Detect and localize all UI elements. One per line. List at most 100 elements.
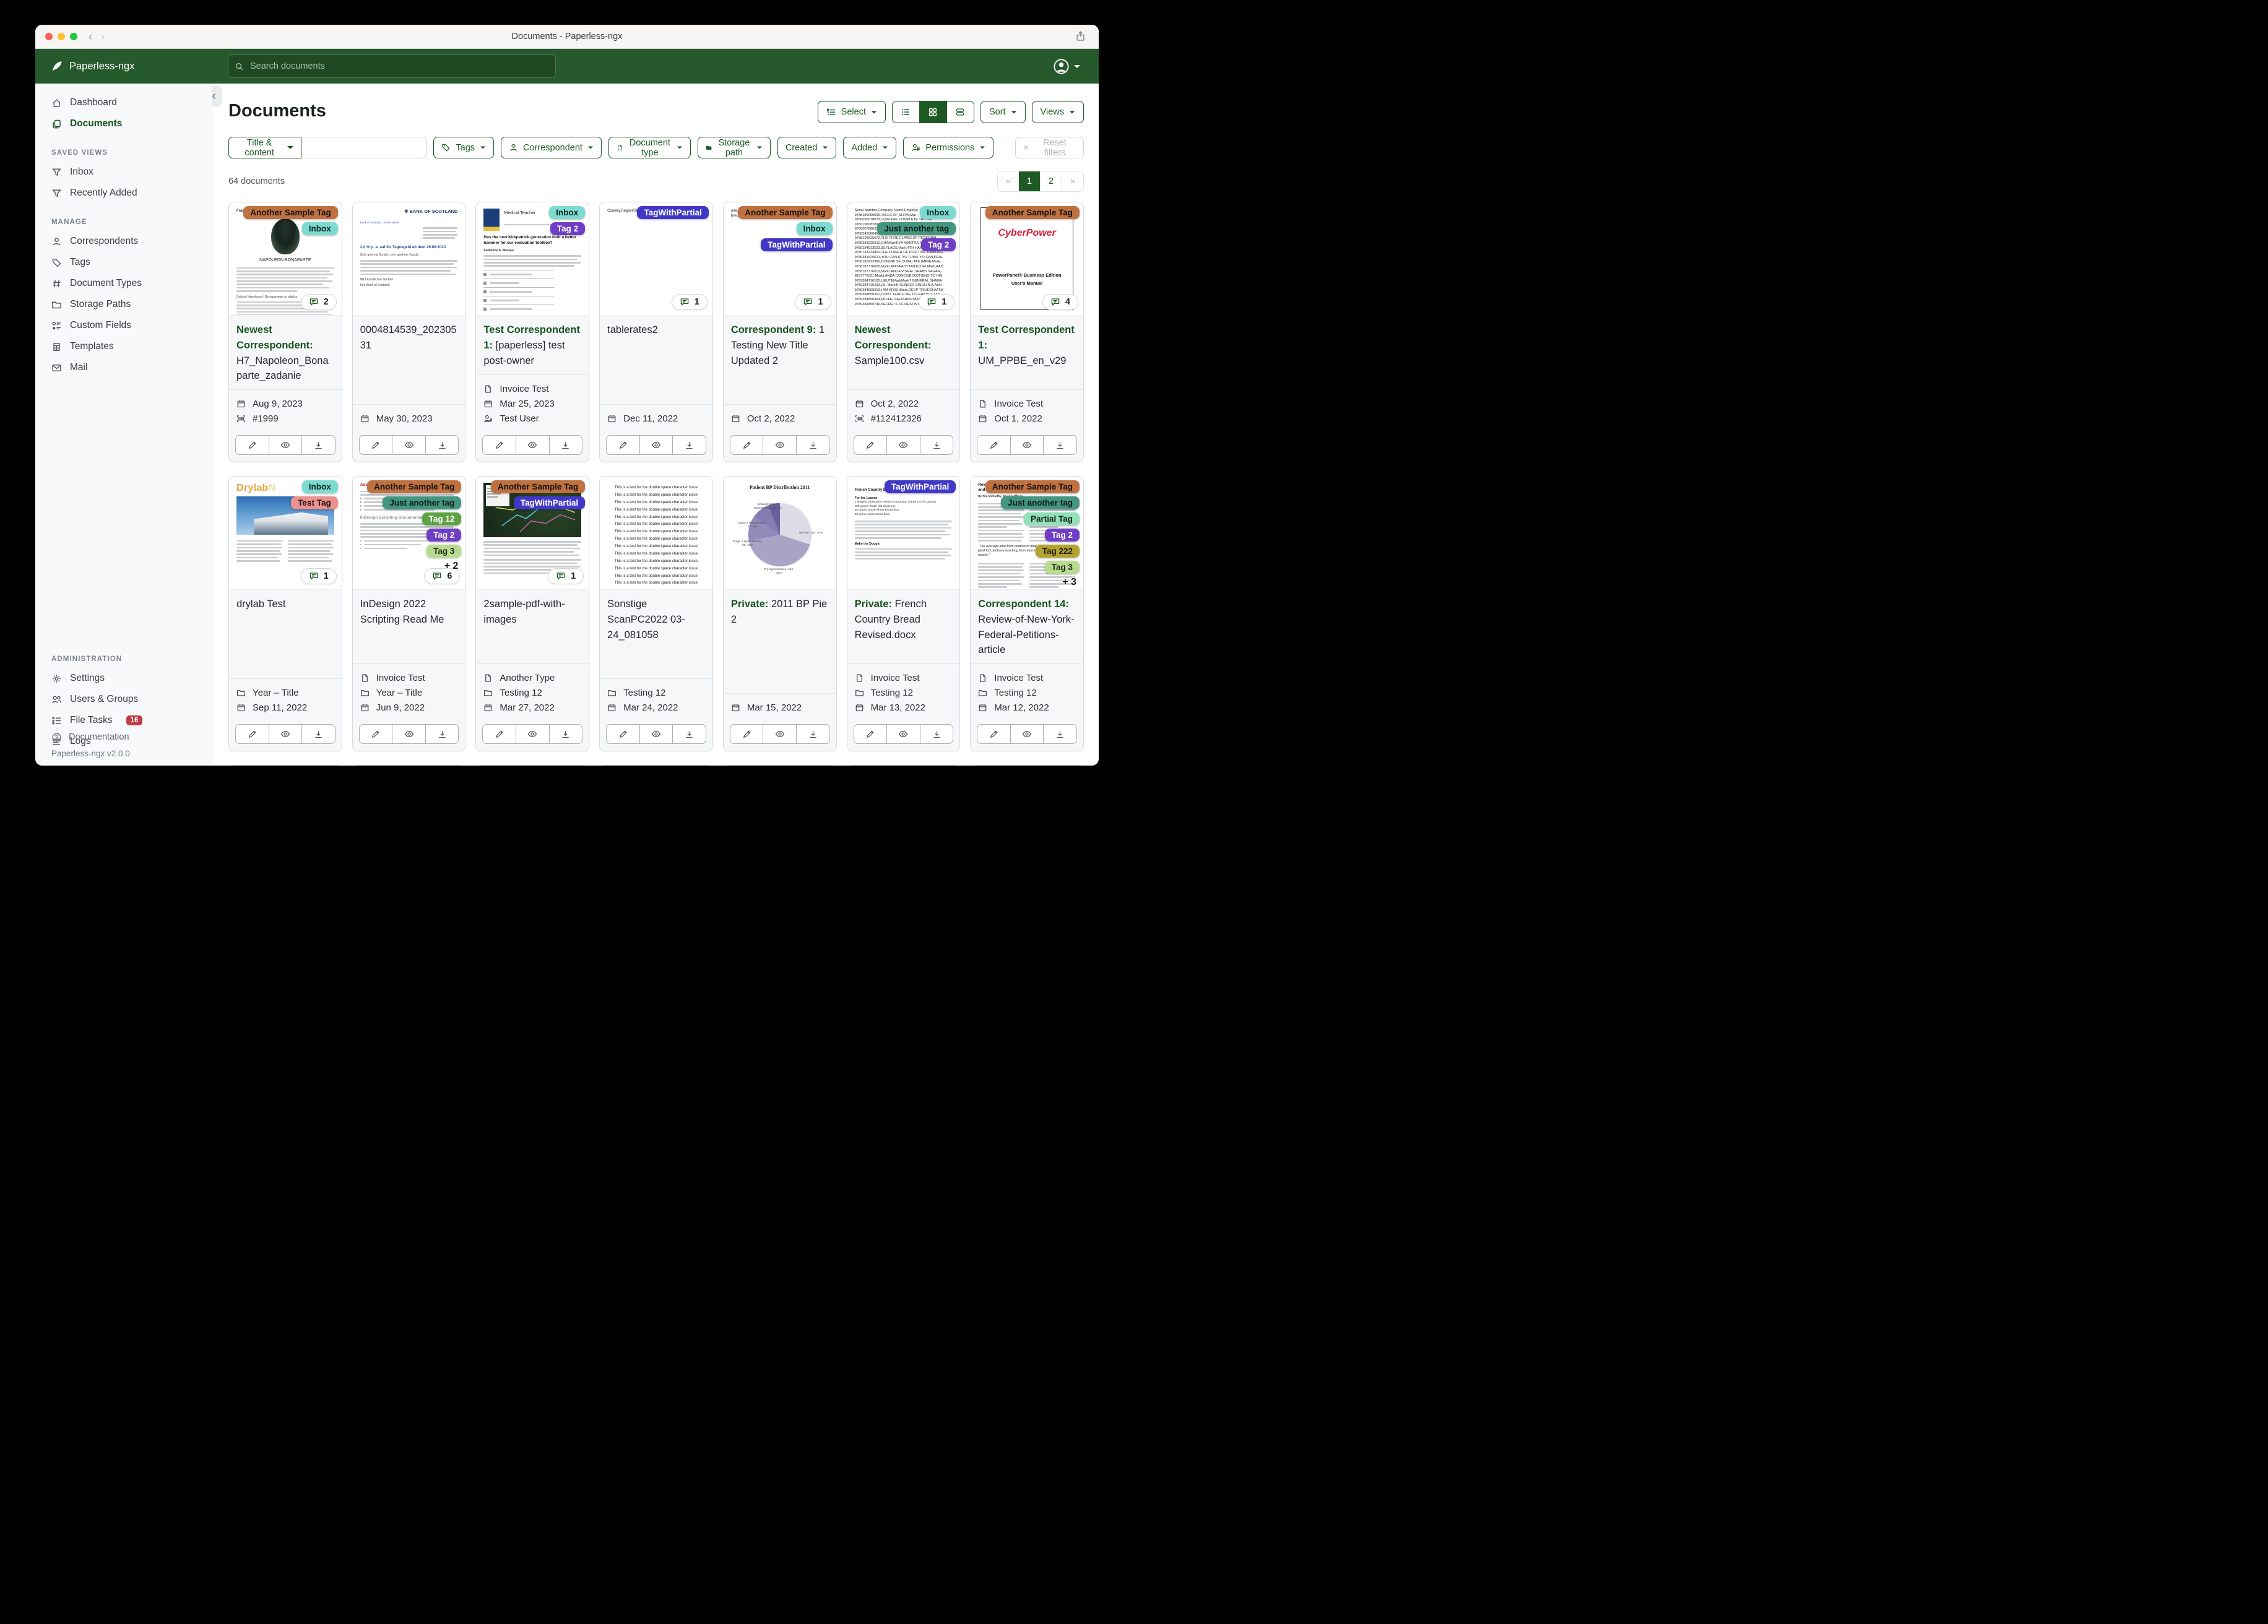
sidebar-item-settings[interactable]: Settings [35, 668, 212, 689]
download-button[interactable] [919, 436, 953, 454]
document-card[interactable]: This is a test Another Sample TagTag 12 [846, 765, 961, 766]
filter-button-added[interactable]: Added [843, 137, 897, 158]
document-title[interactable]: Correspondent 9: 1 Testing New Title Upd… [723, 316, 836, 404]
sidebar-item-custom-fields[interactable]: Custom Fields [35, 315, 212, 336]
document-card[interactable]: DrylabN 1 Inbox Test Tag drylab Test Year … [228, 476, 342, 751]
download-button[interactable] [548, 436, 582, 454]
view-button[interactable] [392, 436, 425, 454]
document-card[interactable]: French Country Bread For the Leaven 1 heap… [846, 476, 961, 751]
document-correspondent[interactable]: Test Correspondent 1: [483, 324, 580, 351]
document-title[interactable]: Correspondent 14: Review-of-New-York-Fed… [971, 590, 1083, 663]
share-icon[interactable] [1075, 30, 1086, 45]
document-thumbnail[interactable]: French Country Bread For the Leaven 1 heap… [847, 477, 960, 590]
download-button[interactable] [796, 725, 829, 743]
sidebar-item-correspondents[interactable]: Correspondents [35, 231, 212, 252]
sidebar-item-inbox[interactable]: Inbox [35, 162, 212, 183]
download-button[interactable] [425, 725, 459, 743]
tag-pill[interactable]: Inbox [301, 222, 338, 235]
pagination-prev-button[interactable]: « [998, 171, 1019, 191]
tag-pill[interactable]: TagWithPartial [637, 206, 709, 219]
document-correspondent[interactable]: Private: [731, 598, 769, 610]
view-button[interactable] [639, 436, 673, 454]
document-card[interactable]: Contact Sheet DemoGiven a set of image f… [475, 765, 590, 766]
download-button[interactable] [425, 436, 459, 454]
filter-button-correspondent[interactable]: Correspondent [501, 137, 602, 158]
view-button[interactable] [886, 725, 920, 743]
edit-button[interactable] [730, 725, 763, 743]
comment-count-badge[interactable]: 4 [1042, 294, 1078, 310]
document-card[interactable]: one,1.0 five,5.0 1 Another Sample Tag Inbox… [722, 202, 837, 462]
document-correspondent[interactable]: Correspondent 14: [978, 598, 1069, 610]
document-title[interactable]: Private: French Country Bread Revised.do… [847, 590, 960, 663]
edit-button[interactable] [607, 436, 639, 454]
tag-pill[interactable]: Tag 2 [550, 222, 586, 235]
edit-button[interactable] [236, 436, 269, 454]
edit-button[interactable] [854, 436, 887, 454]
document-card[interactable]: 1 Another Sample Tag TagWithPartial 2samp… [475, 476, 590, 751]
tag-pill[interactable]: Another Sample Tag [367, 480, 462, 493]
edit-button[interactable] [360, 725, 392, 743]
document-card[interactable]: Review of Arbitral Awards Shows Swift Re… [970, 476, 1084, 751]
document-card[interactable]: Patient BP Distribution 2011 Normal, 150,… [722, 476, 837, 751]
tag-pill[interactable]: Another Sample Tag [243, 206, 338, 219]
sidebar-item-documentation[interactable]: Documentation [35, 728, 212, 746]
view-button[interactable] [763, 725, 796, 743]
edit-button[interactable] [730, 436, 763, 454]
comment-count-badge[interactable]: 1 [671, 294, 708, 310]
pagination-next-button[interactable]: » [1062, 171, 1083, 191]
sidebar-item-mail[interactable]: Mail [35, 357, 212, 378]
document-title[interactable]: 0004814539_20230531 [352, 316, 465, 404]
filter-button-tags[interactable]: Tags [433, 137, 495, 158]
view-button[interactable] [639, 725, 673, 743]
view-button[interactable] [392, 725, 425, 743]
tag-pill[interactable]: Tag 3 [1044, 561, 1080, 574]
download-button[interactable] [672, 725, 706, 743]
reset-filters-button[interactable]: × Reset filters [1015, 137, 1084, 158]
download-button[interactable] [919, 725, 953, 743]
document-card[interactable]: The SATPracticeTest #1Make time to take … [722, 765, 837, 766]
document-card[interactable]: ✻ BANK OF SCOTLAND Bank of Scotland · 100… [352, 202, 466, 462]
document-card[interactable]: CyberPower PowerPanel® Business Edition Us… [970, 202, 1084, 462]
tag-pill[interactable]: Tag 2 [426, 529, 462, 542]
edit-button[interactable] [483, 436, 516, 454]
document-correspondent[interactable]: Test Correspondent 1: [978, 324, 1075, 351]
global-search[interactable] [228, 54, 556, 78]
title-content-input[interactable] [301, 137, 427, 158]
edit-button[interactable] [360, 436, 392, 454]
view-mode-detail-button[interactable] [946, 102, 974, 123]
filter-button-created[interactable]: Created [777, 137, 837, 158]
view-button[interactable] [268, 436, 302, 454]
sidebar-item-dashboard[interactable]: Dashboard [35, 92, 212, 113]
document-card[interactable]: Test NameJanuary 2, 2022July 14, 1984Apr… [352, 765, 466, 766]
download-button[interactable] [548, 725, 582, 743]
tag-pill[interactable]: Inbox [549, 206, 586, 219]
filter-button-document-type[interactable]: Document type [608, 137, 691, 158]
comment-count-badge[interactable]: 2 [300, 294, 337, 310]
tag-pill[interactable]: Inbox [796, 222, 833, 235]
sidebar-item-tags[interactable]: Tags [35, 252, 212, 273]
document-title[interactable]: Private: 2011 BP Pie 2 [723, 590, 836, 693]
tag-pill[interactable]: TagWithPartial [884, 480, 956, 493]
view-button[interactable] [516, 725, 549, 743]
document-thumbnail[interactable]: Patient BP Distribution 2011 Normal, 150,… [723, 477, 836, 590]
document-card[interactable]: Lorem ipsumLorem ipsum dolor sit amet, c… [970, 765, 1084, 766]
tag-pill[interactable]: Tag 3 [426, 545, 462, 558]
comment-count-badge[interactable]: 1 [795, 294, 831, 310]
document-card[interactable]: Lorem ipsumLorem ipsum dolor sit amet, c… [228, 765, 342, 766]
view-button[interactable] [886, 436, 920, 454]
pagination-page-1[interactable]: 1 [1019, 171, 1040, 191]
document-title[interactable]: Test Correspondent 1: [paperless] test p… [476, 316, 589, 374]
document-correspondent[interactable]: Correspondent 9: [731, 324, 816, 335]
views-button[interactable]: Views [1031, 101, 1084, 123]
download-button[interactable] [796, 436, 829, 454]
tag-pill[interactable]: Just another tag [877, 222, 956, 235]
download-button[interactable] [1043, 436, 1076, 454]
view-mode-grid-button[interactable] [919, 102, 946, 123]
sidebar-item-document-types[interactable]: Document Types [35, 273, 212, 294]
document-title[interactable]: 2sample-pdf-with-images [476, 590, 589, 663]
tag-pill[interactable]: Tag 222 [1035, 545, 1080, 558]
tag-pill[interactable]: Inbox [301, 480, 338, 493]
edit-button[interactable] [977, 725, 1010, 743]
document-title[interactable]: Test Correspondent 1: UM_PPBE_en_v29 [971, 316, 1083, 389]
sidebar-item-templates[interactable]: Templates [35, 336, 212, 357]
